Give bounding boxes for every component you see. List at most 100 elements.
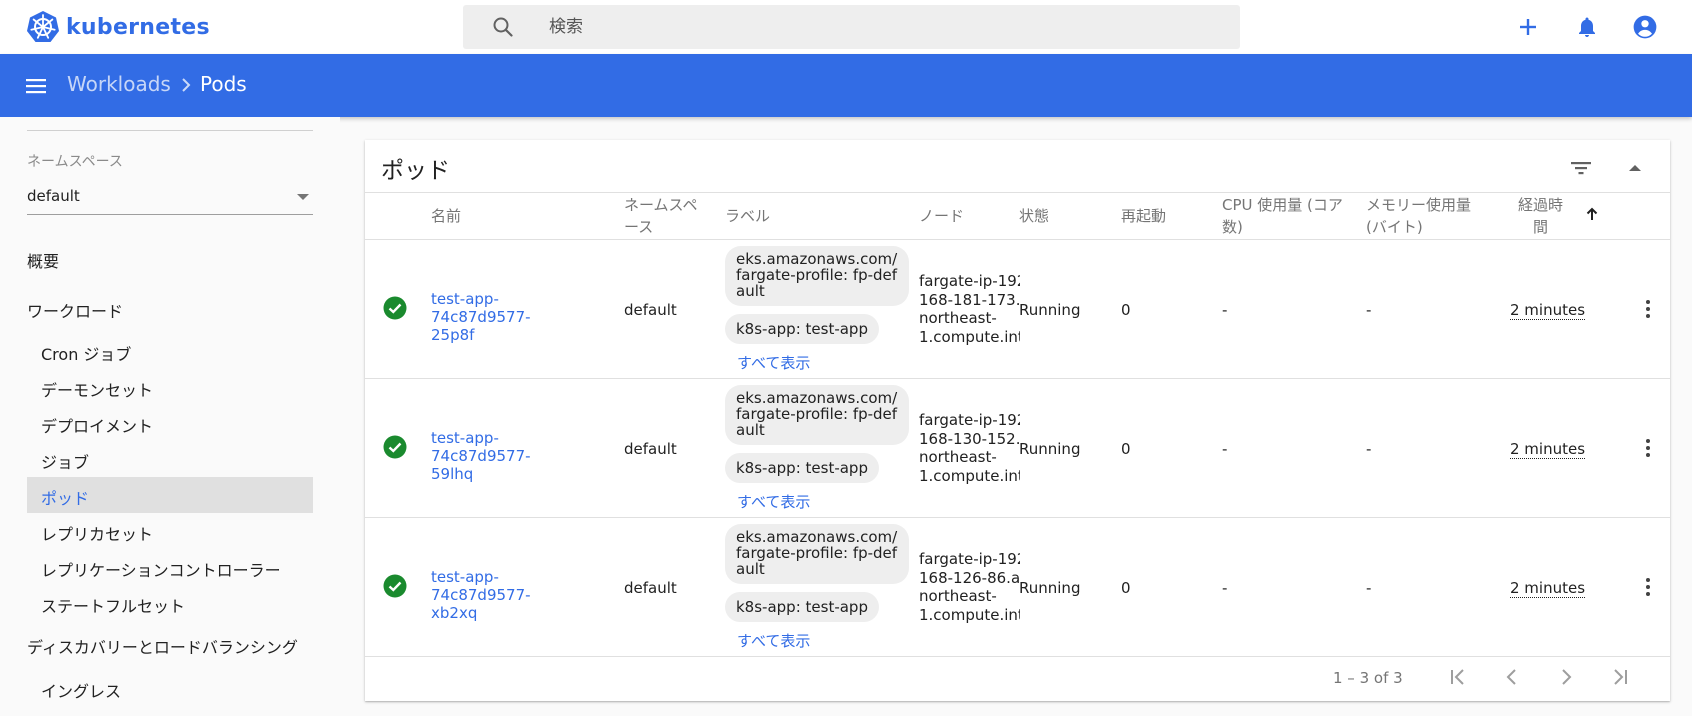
pod-memory-usage: -: [1366, 440, 1372, 458]
pod-name-link[interactable]: test-app-74c87d9577- 25p8f: [431, 290, 596, 344]
pod-cpu-usage: -: [1222, 301, 1228, 319]
column-age[interactable]: 経過時 間: [1518, 194, 1563, 238]
table-row: test-app-74c87d9577- 25p8f default eks.a…: [365, 240, 1670, 379]
sidebar-item-overview[interactable]: 概要: [27, 248, 59, 272]
column-cpu[interactable]: CPU 使用量 (コア 数): [1222, 194, 1343, 238]
label-chip: k8s-app: test-app: [725, 453, 879, 483]
namespace-value: default: [27, 187, 80, 205]
table-row: test-app-74c87d9577- 59lhq default eks.a…: [365, 379, 1670, 518]
account-button[interactable]: [1631, 13, 1659, 41]
pod-namespace: default: [624, 301, 677, 319]
column-memory-line2: (バイト): [1366, 218, 1423, 236]
pod-name-line2: xb2xq: [431, 604, 478, 622]
kubernetes-logo-icon: [27, 11, 59, 42]
column-cpu-line2: 数): [1222, 218, 1243, 236]
sidebar-item-pods[interactable]: ポッド: [41, 485, 89, 509]
sidebar-item-deployments[interactable]: デプロイメント: [41, 413, 153, 437]
last-page-icon[interactable]: [1608, 665, 1632, 689]
logo-text: kubernetes: [66, 14, 210, 40]
namespace-select[interactable]: default: [27, 177, 313, 215]
pod-memory-usage: -: [1366, 301, 1372, 319]
pod-status: Running: [1019, 301, 1081, 319]
create-button[interactable]: [1514, 13, 1542, 41]
sidebar-item-replicationcontrollers[interactable]: レプリケーションコントローラー: [41, 557, 281, 581]
sidebar-item-replicasets[interactable]: レプリカセット: [41, 521, 153, 545]
search-icon: [493, 17, 513, 37]
breadcrumb-workloads[interactable]: Workloads: [67, 72, 171, 96]
notifications-button[interactable]: [1573, 13, 1601, 41]
column-age-line1: 経過時: [1518, 196, 1564, 214]
pod-node: fargate-ip-192 168-181-173.ap northeast-…: [919, 272, 1020, 346]
sidebar-item-daemonsets[interactable]: デーモンセット: [41, 377, 153, 401]
pod-cpu-usage: -: [1222, 579, 1228, 597]
column-status: 状態: [1019, 207, 1050, 225]
pod-name-line2: 59lhq: [431, 465, 474, 483]
pod-node-line2: 168-126-86.ap: [919, 568, 1020, 587]
sidebar-item-workloads[interactable]: ワークロード: [27, 298, 123, 322]
pod-node-line4: 1.compute.int: [919, 605, 1020, 624]
sidebar-divider: [27, 130, 313, 131]
pod-node-line1: fargate-ip-192: [919, 550, 1020, 568]
pod-cpu-usage: -: [1222, 440, 1228, 458]
check-circle-icon: [383, 574, 407, 598]
pod-restarts: 0: [1121, 440, 1131, 458]
pod-node-line2: 168-130-152.ap: [919, 429, 1020, 448]
dropdown-caret-icon: [297, 194, 309, 200]
sidebar-item-ingresses[interactable]: イングレス: [41, 678, 121, 702]
first-page-icon[interactable]: [1446, 665, 1470, 689]
more-vert-icon[interactable]: [1636, 575, 1660, 599]
pod-node-line4: 1.compute.int: [919, 327, 1020, 346]
column-namespace-line2: ース: [624, 218, 654, 236]
check-circle-icon: [383, 296, 407, 320]
show-all-labels-link[interactable]: すべて表示: [737, 491, 810, 512]
pod-node-line1: fargate-ip-192: [919, 272, 1020, 290]
column-age-line2: 間: [1533, 218, 1549, 236]
pod-node-line3: northeast-: [919, 448, 997, 466]
label-chip: eks.amazonaws.com/fargate-profile: fp-de…: [725, 385, 909, 445]
sort-arrow-up-icon[interactable]: [1583, 205, 1601, 223]
sidebar-item-jobs[interactable]: ジョブ: [41, 449, 89, 473]
previous-page-icon[interactable]: [1500, 665, 1524, 689]
pod-age: 2 minutes: [1510, 579, 1586, 598]
next-page-icon[interactable]: [1554, 665, 1578, 689]
pod-node: fargate-ip-192 168-130-152.ap northeast-…: [919, 411, 1020, 485]
column-labels: ラベル: [725, 207, 771, 225]
more-vert-icon[interactable]: [1636, 297, 1660, 321]
logo[interactable]: kubernetes: [26, 10, 210, 44]
table-header: 名前 ネームスペ ース ラベル ノード 状態 再起動 CPU 使用量 (コア 数…: [365, 192, 1670, 240]
account-circle-icon: [1633, 15, 1657, 39]
pod-namespace: default: [624, 440, 677, 458]
pod-status: Running: [1019, 440, 1081, 458]
namespace-label: ネームスペース: [27, 154, 123, 170]
show-all-labels-link[interactable]: すべて表示: [737, 630, 810, 651]
column-namespace[interactable]: ネームスペ ース: [624, 194, 698, 238]
pod-restarts: 0: [1121, 579, 1131, 597]
pod-name-link[interactable]: test-app-74c87d9577- 59lhq: [431, 429, 596, 483]
more-vert-icon[interactable]: [1636, 436, 1660, 460]
pod-namespace: default: [624, 579, 677, 597]
show-all-labels-link[interactable]: すべて表示: [737, 352, 810, 373]
pod-node-line2: 168-181-173.ap: [919, 290, 1020, 309]
column-memory[interactable]: メモリー使用量 (バイト): [1366, 194, 1471, 238]
pod-name-line1: test-app-74c87d9577-: [431, 568, 531, 604]
pod-node-line4: 1.compute.int: [919, 466, 1020, 485]
pod-node-line3: northeast-: [919, 587, 997, 605]
column-node: ノード: [919, 207, 965, 225]
sidebar-item-discovery[interactable]: ディスカバリーとロードバランシング: [27, 634, 298, 658]
pod-status: Running: [1019, 579, 1081, 597]
search-input[interactable]: [549, 17, 1149, 37]
sidebar-item-cronjobs[interactable]: Cron ジョブ: [41, 341, 131, 365]
column-name[interactable]: 名前: [431, 205, 461, 227]
label-chip: k8s-app: test-app: [725, 592, 879, 622]
column-restarts[interactable]: 再起動: [1121, 205, 1166, 227]
filter-icon[interactable]: [1567, 154, 1595, 182]
pod-name-line2: 25p8f: [431, 326, 475, 344]
label-chip: k8s-app: test-app: [725, 314, 879, 344]
sidebar-item-statefulsets[interactable]: ステートフルセット: [41, 593, 185, 617]
search-bar[interactable]: [463, 5, 1240, 49]
menu-icon[interactable]: [24, 74, 48, 98]
check-circle-icon: [383, 435, 407, 459]
collapse-arrow-icon[interactable]: [1621, 154, 1649, 182]
pod-age: 2 minutes: [1510, 301, 1586, 320]
pod-name-link[interactable]: test-app-74c87d9577- xb2xq: [431, 568, 596, 622]
